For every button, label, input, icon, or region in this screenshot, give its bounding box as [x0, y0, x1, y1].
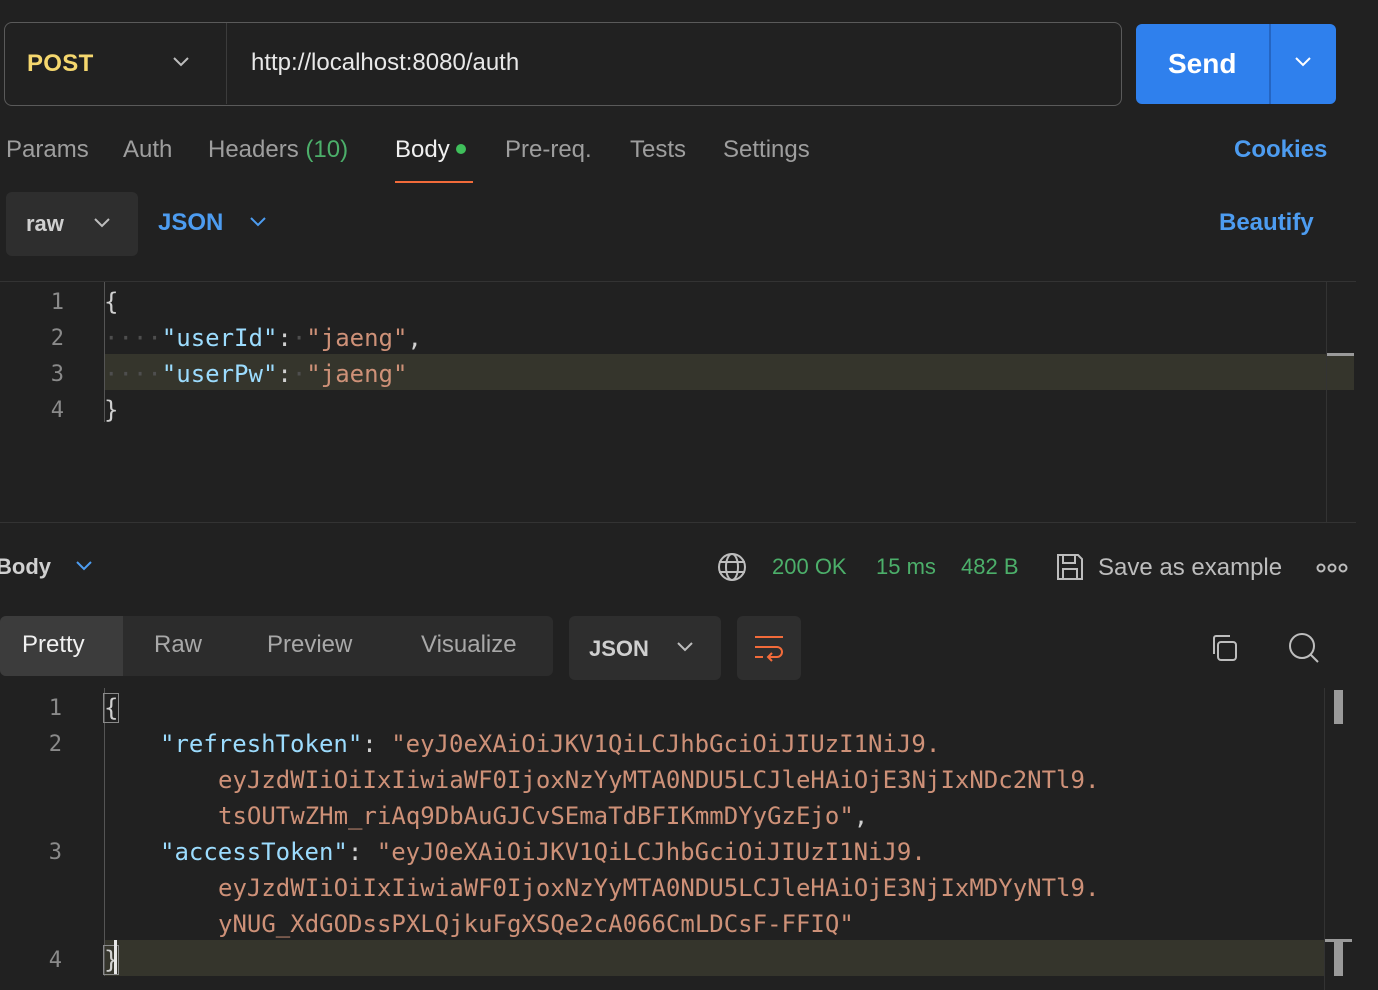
method-label: POST	[27, 50, 94, 77]
line-number: 1	[50, 290, 64, 315]
code-close-brace: }	[104, 396, 119, 424]
active-tab-indicator	[395, 181, 473, 183]
chevron-down-icon	[677, 642, 693, 652]
json-key: "userId"	[161, 324, 278, 352]
gutter-divider	[104, 688, 105, 976]
url-bar: POST	[4, 22, 1122, 106]
json-comma: ,	[407, 324, 422, 352]
json-value: "jaeng"	[306, 360, 408, 388]
scrollbar-thumb[interactable]	[1334, 942, 1343, 976]
response-size[interactable]: 482 B	[961, 554, 1019, 580]
tab-auth[interactable]: Auth	[123, 136, 172, 164]
send-label: Send	[1168, 48, 1237, 79]
tab-body-label: Body	[395, 136, 450, 163]
line-number: 1	[48, 696, 62, 721]
scrollbar-marker	[1325, 939, 1352, 942]
wrap-lines-button[interactable]	[737, 616, 801, 680]
chevron-down-icon[interactable]	[1293, 55, 1313, 69]
code-line: tsOUTwZHm_riAq9DbAuGJCvSEmaTdBFIKmmDYyGz…	[218, 802, 869, 830]
tab-preview[interactable]: Preview	[267, 631, 352, 659]
tab-settings[interactable]: Settings	[723, 136, 810, 164]
code-line: ····"userPw":·"jaeng"	[104, 360, 408, 388]
globe-icon[interactable]	[716, 551, 748, 583]
copy-icon[interactable]	[1208, 632, 1240, 664]
beautify-button[interactable]: Beautify	[1219, 209, 1314, 237]
code-open-brace: {	[102, 693, 120, 723]
send-divider	[1269, 24, 1271, 104]
tab-body[interactable]: Body	[395, 136, 466, 164]
tab-prereq[interactable]: Pre-req.	[505, 136, 592, 164]
json-value: "jaeng"	[306, 324, 408, 352]
request-editor-scrollbar[interactable]	[1326, 282, 1356, 522]
status-code[interactable]: 200 OK	[772, 554, 847, 580]
modified-dot-icon	[455, 143, 466, 154]
chevron-down-icon[interactable]	[74, 559, 94, 573]
request-body-editor[interactable]: 1 2 3 4 { ····"userId":·"jaeng", ····"us…	[0, 281, 1356, 523]
method-select[interactable]: POST	[5, 23, 227, 104]
response-format-label: JSON	[589, 636, 649, 661]
line-number: 4	[50, 398, 64, 423]
tab-tests[interactable]: Tests	[630, 136, 686, 164]
tab-headers[interactable]: Headers (10)	[208, 136, 348, 164]
text-cursor	[114, 940, 117, 974]
indent-whitespace: ····	[104, 360, 162, 388]
current-line-highlight	[104, 940, 1324, 976]
body-mode-select[interactable]: raw	[6, 192, 138, 256]
json-value-continuation: yNUG_XdGODssPXLQjkuFgXSQe2cA066CmLDCsF-F…	[218, 910, 854, 938]
headers-count: (10)	[305, 136, 349, 163]
json-value-continuation: eyJzdWIiOiIxIiwiaWF0IjoxNzYyMTA0NDU5LCJl…	[218, 766, 1100, 794]
line-number: 2	[48, 732, 62, 757]
chevron-down-icon[interactable]	[248, 215, 268, 229]
line-number: 2	[50, 326, 64, 351]
url-input[interactable]	[251, 45, 1101, 81]
body-mode-label: raw	[26, 211, 64, 236]
json-value: "eyJ0eXAiOiJKV1QiLCJhbGciOiJIUzI1NiJ9.	[376, 838, 926, 866]
code-line: ····"userId":·"jaeng",	[104, 324, 422, 352]
response-body-select[interactable]: Body	[0, 554, 51, 580]
space-whitespace: ·	[291, 324, 307, 352]
chevron-down-icon	[173, 57, 189, 67]
json-key: "refreshToken"	[160, 730, 363, 758]
more-options-icon[interactable]	[1316, 561, 1348, 575]
line-number: 3	[50, 362, 64, 387]
json-value: "eyJ0eXAiOiJKV1QiLCJhbGciOiJIUzI1NiJ9.	[391, 730, 941, 758]
indent-whitespace: ····	[104, 324, 162, 352]
line-number: 4	[48, 948, 62, 973]
space-whitespace: ·	[291, 360, 307, 388]
json-value-continuation: tsOUTwZHm_riAq9DbAuGJCvSEmaTdBFIKmmDYyGz…	[218, 802, 854, 830]
json-key: "accessToken"	[160, 838, 348, 866]
line-number: 3	[48, 840, 62, 865]
response-body-viewer[interactable]: 1 2 3 4 { "refreshToken": "eyJ0eXAiOiJKV…	[0, 688, 1356, 990]
code-open-brace: {	[104, 288, 119, 316]
scrollbar-thumb[interactable]	[1327, 353, 1354, 356]
response-time[interactable]: 15 ms	[876, 554, 936, 580]
tab-pretty[interactable]: Pretty	[22, 631, 85, 659]
json-key: "userPw"	[161, 360, 278, 388]
code-line: "accessToken": "eyJ0eXAiOiJKV1QiLCJhbGci…	[160, 838, 926, 866]
tab-headers-label: Headers	[208, 136, 299, 163]
code-line: "refreshToken": "eyJ0eXAiOiJKV1QiLCJhbGc…	[160, 730, 941, 758]
cookies-link[interactable]: Cookies	[1234, 136, 1327, 164]
chevron-down-icon	[94, 218, 110, 228]
search-icon[interactable]	[1287, 631, 1321, 665]
tab-raw[interactable]: Raw	[154, 631, 202, 659]
wrap-lines-icon	[755, 636, 783, 662]
body-format-select[interactable]: JSON	[158, 209, 223, 237]
json-value-continuation: eyJzdWIiOiIxIiwiaWF0IjoxNzYyMTA0NDU5LCJl…	[218, 874, 1100, 902]
tab-params[interactable]: Params	[6, 136, 89, 164]
scrollbar-thumb[interactable]	[1334, 690, 1343, 724]
send-button[interactable]: Send	[1136, 24, 1336, 104]
response-format-select[interactable]: JSON	[569, 616, 721, 680]
tab-visualize[interactable]: Visualize	[421, 631, 517, 659]
save-as-example-button[interactable]: Save as example	[1098, 554, 1282, 582]
save-icon[interactable]	[1054, 551, 1086, 583]
